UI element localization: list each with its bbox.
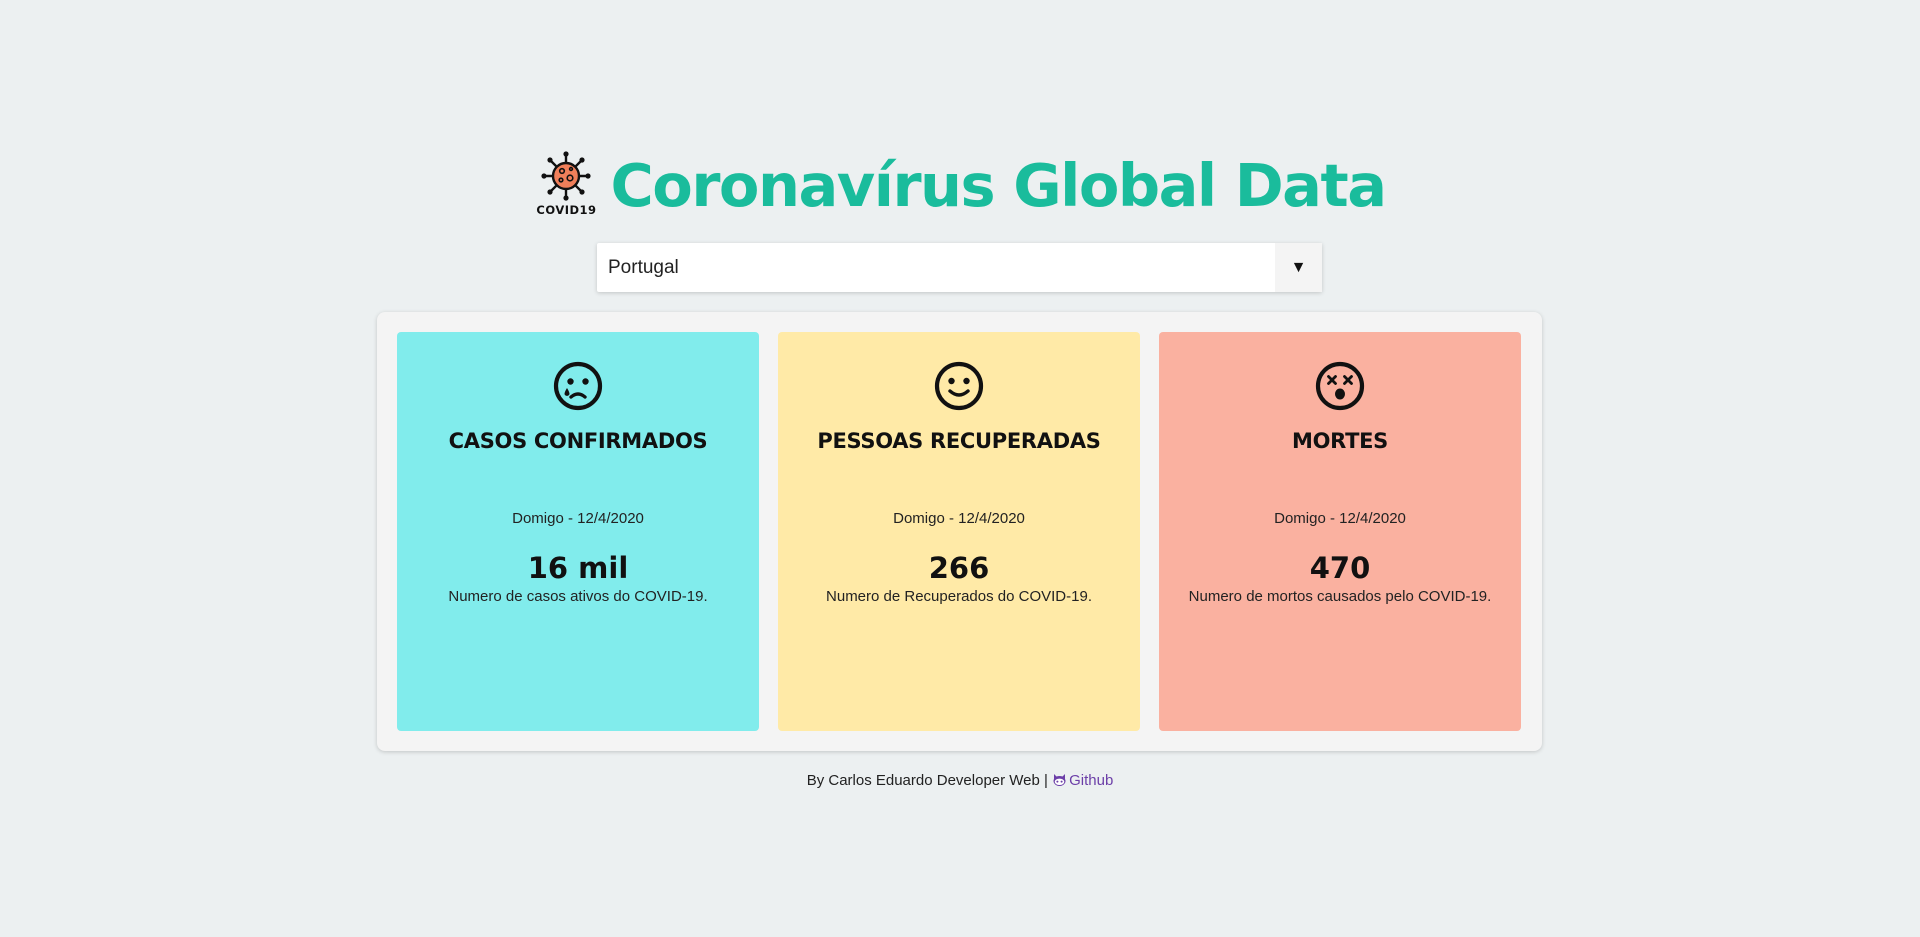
card-description: Numero de mortos causados pelo COVID-19.	[1188, 588, 1492, 605]
github-link[interactable]: Github	[1052, 772, 1113, 789]
logo-text: COVID19	[536, 203, 597, 217]
card-value: 16 mil	[527, 551, 629, 585]
sad-tear-face-icon	[552, 360, 604, 412]
card-value: 470	[1309, 551, 1371, 585]
dropdown-arrow-icon[interactable]: ▼	[1275, 243, 1322, 292]
smile-face-icon	[933, 360, 985, 412]
card-description: Numero de casos ativos do COVID-19.	[448, 588, 708, 605]
stats-panel: CASOS CONFIRMADOS Domigo - 12/4/2020 16 …	[377, 312, 1542, 751]
card-date: Domigo - 12/4/2020	[1274, 510, 1406, 527]
card-value: 266	[928, 551, 990, 585]
footer-credit: By Carlos Eduardo Developer Web |	[806, 772, 1048, 789]
card-title: PESSOAS RECUPERADAS	[817, 429, 1101, 453]
github-link-label[interactable]: Github	[1069, 772, 1113, 789]
covid19-logo: COVID19	[534, 150, 598, 220]
dizzy-face-icon	[1314, 360, 1366, 412]
page-title: Coronavírus Global Data	[610, 150, 1387, 220]
github-icon	[1053, 774, 1066, 786]
card-confirmed-cases: CASOS CONFIRMADOS Domigo - 12/4/2020 16 …	[397, 332, 759, 731]
footer: By Carlos Eduardo Developer Web | Github	[0, 772, 1920, 789]
page-header: COVID19 Coronavírus Global Data	[0, 145, 1920, 225]
card-date: Domigo - 12/4/2020	[893, 510, 1025, 527]
country-select-value[interactable]: Portugal	[597, 243, 1275, 292]
card-title: MORTES	[1292, 429, 1388, 453]
card-description: Numero de Recuperados do COVID-19.	[826, 588, 1092, 605]
virus-icon	[541, 151, 592, 201]
country-select[interactable]: Portugal ▼	[597, 243, 1322, 292]
card-recovered: PESSOAS RECUPERADAS Domigo - 12/4/2020 2…	[778, 332, 1140, 731]
card-date: Domigo - 12/4/2020	[512, 510, 644, 527]
card-deaths: MORTES Domigo - 12/4/2020 470 Numero de …	[1159, 332, 1521, 731]
card-title: CASOS CONFIRMADOS	[448, 429, 708, 453]
